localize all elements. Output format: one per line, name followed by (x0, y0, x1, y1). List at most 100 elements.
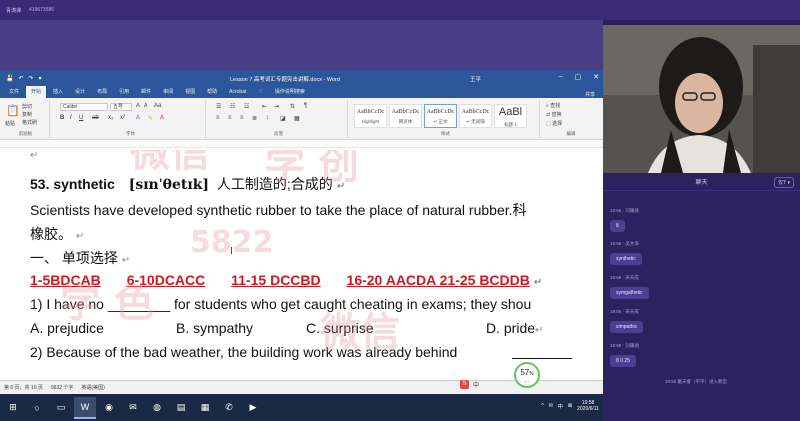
tray-message-icon[interactable]: ✉ (549, 403, 553, 409)
justify-icon[interactable]: ≣ (252, 115, 257, 122)
borders-icon[interactable]: ▦ (294, 115, 300, 122)
text-effects-icon[interactable]: A (136, 115, 140, 121)
close-icon[interactable]: ✕ (593, 73, 599, 81)
tab-layout[interactable]: 布局 (92, 86, 112, 98)
tell-me-icon[interactable]: ♡ (253, 87, 267, 98)
tab-view[interactable]: 视图 (180, 86, 200, 98)
align-left-icon[interactable]: ≡ (216, 115, 220, 121)
style-no-spacing[interactable]: AaBbCcDc ↵ 无间隔 (459, 104, 492, 128)
grow-font-icon[interactable]: A (136, 103, 140, 109)
tab-design[interactable]: 设计 (70, 86, 90, 98)
line-spacing-icon[interactable]: ↕ (266, 115, 269, 121)
show-marks-icon[interactable]: ¶ (304, 103, 307, 109)
subscript-icon[interactable]: x₂ (108, 115, 113, 121)
tab-file[interactable]: 文件 (4, 86, 24, 98)
cut-button[interactable]: 剪切 (22, 103, 32, 110)
tray-expand-icon[interactable]: ^ (541, 403, 543, 409)
tray-notification-icon[interactable]: ⊠ (568, 403, 572, 409)
app-icon[interactable]: ◉ (98, 397, 120, 419)
tab-mailings[interactable]: 邮件 (136, 86, 156, 98)
chat-filter-dropdown[interactable]: 仅T ▾ (774, 177, 794, 188)
strikethrough-icon[interactable]: ab (92, 115, 99, 121)
text-cursor: I (230, 246, 233, 257)
app-icon[interactable]: ▦ (194, 397, 216, 419)
find-button[interactable]: ⌕ 查找 (546, 102, 560, 109)
style-web[interactable]: AaBbCcDc 网页体 (389, 104, 422, 128)
change-case-icon[interactable]: Aa (154, 103, 161, 109)
maximize-icon[interactable]: ▢ (575, 73, 582, 81)
word-app-icon[interactable]: W (74, 396, 96, 419)
signed-in-user[interactable]: 王平 (470, 75, 481, 83)
search-icon[interactable]: ○ (26, 397, 48, 419)
tab-home[interactable]: 开始 (26, 86, 47, 98)
question-2-blank (512, 344, 572, 359)
align-right-icon[interactable]: ≡ (240, 115, 244, 121)
shading-icon[interactable]: ◪ (280, 115, 286, 122)
tell-me-search[interactable]: 操作说明搜索 (270, 86, 310, 98)
font-color-icon[interactable]: A (160, 115, 164, 121)
document-page[interactable]: ↵ 53. synthetic [sɪnˈθetɪk] 人工制造的;合成的 ↵ … (0, 150, 603, 380)
select-button[interactable]: ⬚ 选择 (546, 120, 562, 127)
question-1: 1) I have no ________ for students who g… (30, 296, 532, 312)
highlight-icon[interactable]: ✎ (148, 115, 153, 122)
paragraph-mark: ↵ (533, 277, 543, 288)
app-topbar: 青涛课 419673586 (0, 0, 800, 20)
bullets-icon[interactable]: ☰ (216, 103, 221, 110)
style-heading-1[interactable]: AaBl 标题 1 (494, 104, 527, 128)
sort-icon[interactable]: ⇅ (290, 103, 295, 110)
decrease-indent-icon[interactable]: ⇤ (262, 103, 267, 110)
option-c: C. surprise (306, 320, 374, 336)
font-label: 字体 (126, 131, 135, 136)
replace-button[interactable]: ⇄ 替换 (546, 111, 562, 118)
style-normal[interactable]: AaBbCcDc ↵ 正文 (424, 104, 457, 128)
clock[interactable]: 19:58 2020/6/11 (577, 400, 599, 412)
shrink-font-icon[interactable]: A (144, 103, 147, 109)
app-icon[interactable]: ✆ (218, 397, 240, 419)
increase-indent-icon[interactable]: ⇥ (274, 103, 279, 110)
chrome-app-icon[interactable]: ◍ (146, 397, 168, 419)
style-highlight[interactable]: AaBbCcDc Highlight (354, 104, 387, 128)
example-sentence-cont: 橡胶。 ↵ (30, 224, 84, 244)
tab-references[interactable]: 引用 (114, 86, 134, 98)
save-icon[interactable]: 💾 (6, 75, 13, 82)
example-translation: 橡胶。 (30, 226, 72, 242)
italic-icon[interactable]: I (70, 115, 72, 121)
superscript-icon[interactable]: x² (120, 115, 125, 121)
font-size-select[interactable]: 五号 (110, 103, 132, 111)
mail-app-icon[interactable]: ✉ (122, 397, 144, 419)
underline-icon[interactable]: U (79, 115, 83, 121)
undo-icon[interactable]: ↶ (18, 75, 23, 82)
tab-help[interactable]: 帮助 (202, 86, 222, 98)
share-button[interactable]: 共享 (585, 91, 603, 98)
copy-button[interactable]: 复制 (22, 111, 32, 118)
customize-icon[interactable]: ▾ (39, 75, 42, 82)
multilevel-list-icon[interactable]: ☳ (244, 103, 249, 110)
bold-icon[interactable]: B (60, 115, 64, 121)
network-speed-widget[interactable]: 57% 3 ↑ (514, 362, 540, 388)
ime-logo-icon[interactable]: S (460, 380, 469, 389)
paste-icon[interactable]: 📋 (6, 104, 20, 117)
tab-insert[interactable]: 插入 (48, 86, 68, 98)
proofing-language[interactable]: 英语(美国) (81, 384, 104, 391)
speed-unit: % (529, 371, 534, 377)
chat-time: 19:56 (610, 208, 622, 213)
start-icon[interactable]: ⊞ (2, 397, 24, 419)
media-app-icon[interactable]: ▶ (242, 397, 264, 419)
explorer-app-icon[interactable]: ▤ (170, 397, 192, 419)
align-center-icon[interactable]: ≡ (228, 115, 232, 121)
task-view-icon[interactable]: ▭ (50, 397, 72, 419)
paste-button[interactable]: 粘贴 (5, 120, 15, 127)
chat-sender: 刘珊涵 (625, 343, 639, 348)
tab-review[interactable]: 审阅 (158, 86, 178, 98)
chat-bubble: simpathic (610, 321, 644, 333)
redo-icon[interactable]: ↷ (29, 75, 34, 82)
chat-meta: 19:56 · 刘珊涵 (610, 208, 639, 213)
format-painter-button[interactable]: 格式刷 (22, 119, 37, 126)
tab-acrobat[interactable]: Acrobat (224, 87, 251, 98)
vocab-word: 53. synthetic (30, 176, 115, 192)
font-name-select[interactable]: Calibri (60, 103, 108, 111)
tray-ime-icon[interactable]: 中 (558, 403, 563, 410)
ime-mode[interactable]: 中 (473, 380, 479, 389)
minimize-icon[interactable]: – (559, 73, 563, 81)
numbering-icon[interactable]: ☷ (230, 103, 235, 110)
